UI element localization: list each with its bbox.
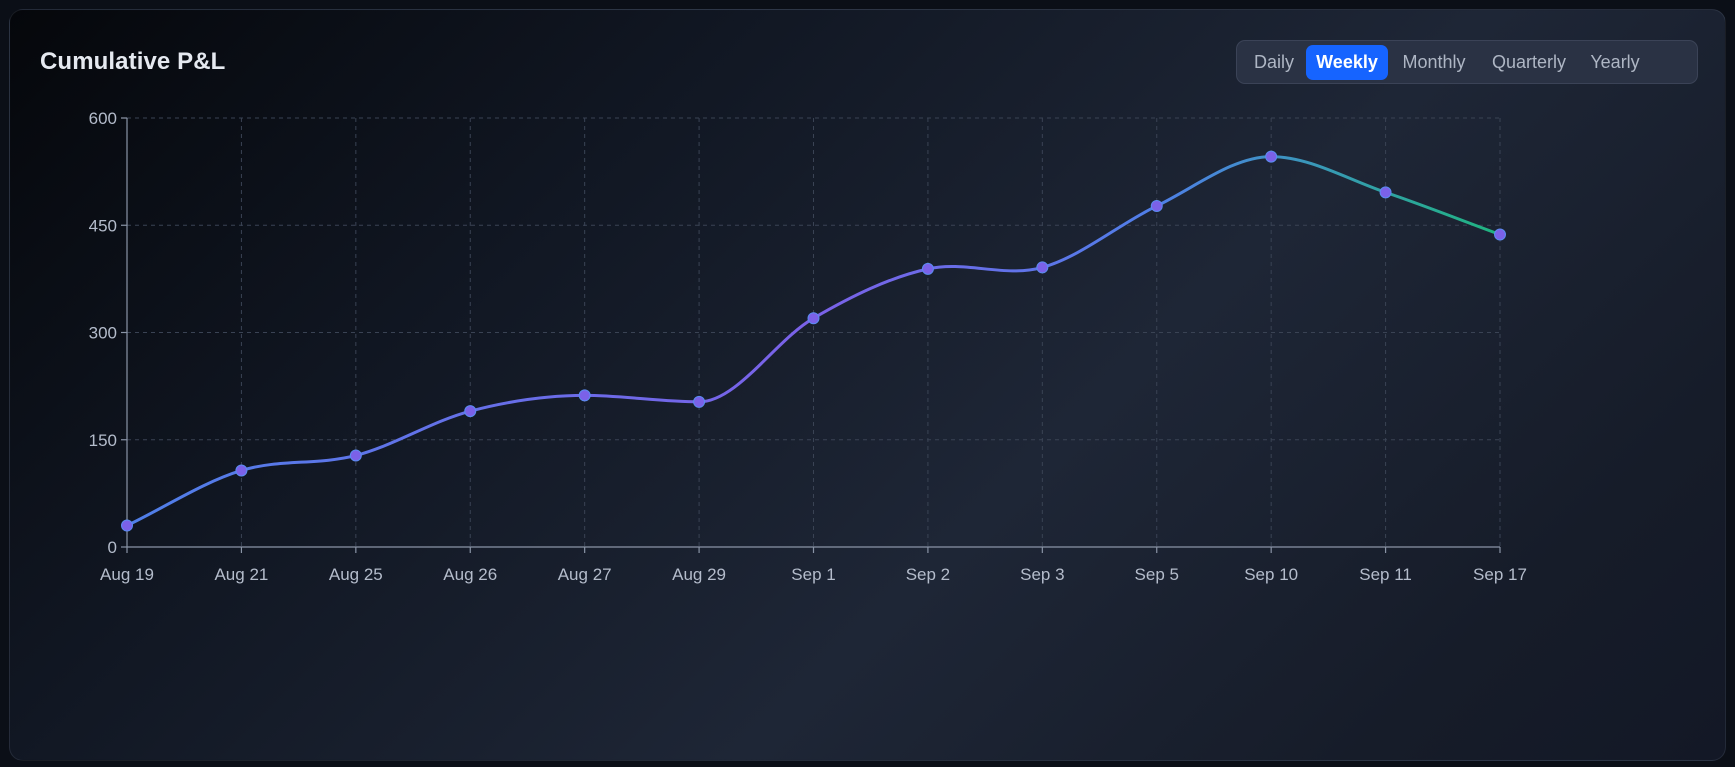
grid-lines <box>127 117 1501 547</box>
x-tick-label: Sep 1 <box>791 565 835 584</box>
data-point[interactable] <box>1494 228 1506 241</box>
data-point[interactable] <box>235 464 248 477</box>
data-point[interactable] <box>1379 186 1392 199</box>
x-tick-label: Sep 10 <box>1244 565 1298 584</box>
data-point[interactable] <box>1036 261 1049 274</box>
x-tick-label: Sep 11 <box>1359 565 1412 584</box>
x-tick-label: Sep 2 <box>906 565 950 584</box>
tick-labels: 0 150 300 450 600 Aug 19 Aug 21 Aug 25 Aug 26 Aug… <box>89 109 1527 584</box>
x-tick-label: Aug 19 <box>100 565 154 584</box>
y-tick-label: 300 <box>89 324 117 343</box>
data-point[interactable] <box>464 405 477 418</box>
x-tick-label: Sep 17 <box>1473 565 1527 584</box>
data-point[interactable] <box>349 449 362 462</box>
data-point[interactable] <box>693 395 706 408</box>
y-tick-label: 150 <box>89 431 117 450</box>
data-point[interactable] <box>807 312 820 325</box>
x-tick-label: Aug 25 <box>329 565 383 584</box>
x-tick-label: Aug 26 <box>443 565 497 584</box>
data-point[interactable] <box>1150 199 1163 212</box>
x-tick-label: Aug 27 <box>558 565 612 584</box>
data-point[interactable] <box>921 262 934 275</box>
data-point[interactable] <box>121 519 133 532</box>
y-tick-label: 450 <box>89 216 117 235</box>
y-tick-label: 0 <box>108 538 117 557</box>
x-tick-label: Aug 29 <box>672 565 726 584</box>
data-point[interactable] <box>1265 150 1278 163</box>
y-tick-label: 600 <box>89 109 117 128</box>
cumulative-pnl-chart: 0 150 300 450 600 Aug 19 Aug 21 Aug 25 Aug 26 Aug… <box>89 109 1527 584</box>
x-tick-label: Sep 5 <box>1135 565 1179 584</box>
x-tick-label: Aug 21 <box>214 565 268 584</box>
x-tick-label: Sep 3 <box>1020 565 1064 584</box>
pnl-card: Cumulative P&L Daily Weekly Monthly Quar… <box>9 9 1726 761</box>
data-point[interactable] <box>578 389 591 402</box>
axes <box>121 117 1501 553</box>
